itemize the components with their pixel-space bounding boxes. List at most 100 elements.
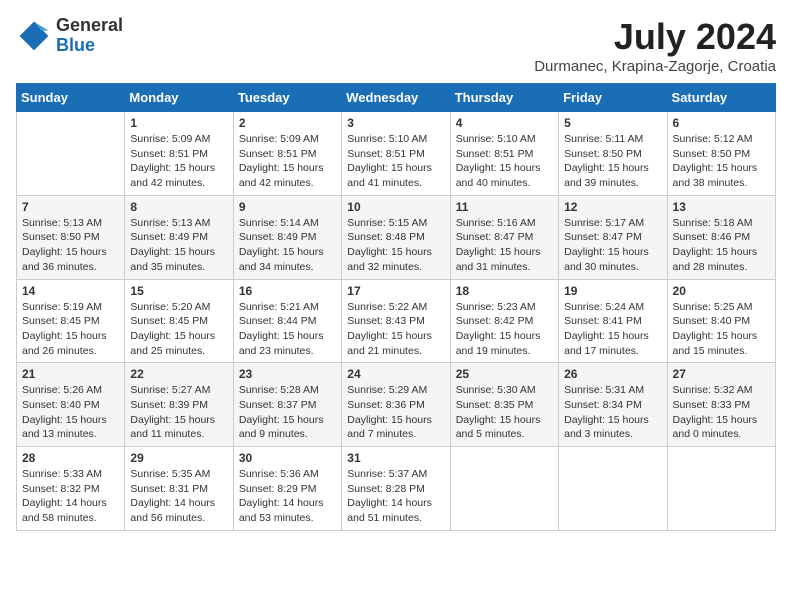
day-info: Sunrise: 5:37 AM Sunset: 8:28 PM Dayligh… (347, 467, 444, 526)
day-info: Sunrise: 5:20 AM Sunset: 8:45 PM Dayligh… (130, 300, 227, 359)
calendar-cell: 20 Sunrise: 5:25 AM Sunset: 8:40 PM Dayli… (667, 279, 775, 363)
day-number: 26 (564, 367, 661, 381)
day-number: 20 (673, 284, 770, 298)
day-number: 21 (22, 367, 119, 381)
calendar-cell: 7Sunrise: 5:13 AM Sunset: 8:50 PM Daylig… (17, 195, 125, 279)
calendar-cell: 13 Sunrise: 5:18 AM Sunset: 8:46 PM Dayli… (667, 195, 775, 279)
day-info: Sunrise: 5:33 AM Sunset: 8:32 PM Dayligh… (22, 467, 119, 526)
day-info: Sunrise: 5:32 AM Sunset: 8:33 PM Dayligh… (673, 383, 770, 442)
calendar-cell: 14 Sunrise: 5:19 AM Sunset: 8:45 PM Dayli… (17, 279, 125, 363)
calendar-cell: 26 Sunrise: 5:31 AM Sunset: 8:34 PM Dayli… (559, 363, 667, 447)
calendar-week-row: 14 Sunrise: 5:19 AM Sunset: 8:45 PM Dayli… (17, 279, 776, 363)
calendar-cell: 17Sunrise: 5:22 AM Sunset: 8:43 PM Dayli… (342, 279, 450, 363)
logo-general: General (56, 16, 123, 36)
calendar-cell (17, 112, 125, 196)
calendar-cell: 16Sunrise: 5:21 AM Sunset: 8:44 PM Dayli… (233, 279, 341, 363)
calendar-week-row: 21 Sunrise: 5:26 AM Sunset: 8:40 PM Dayli… (17, 363, 776, 447)
day-info: Sunrise: 5:19 AM Sunset: 8:45 PM Dayligh… (22, 300, 119, 359)
calendar-cell: 28 Sunrise: 5:33 AM Sunset: 8:32 PM Dayli… (17, 447, 125, 531)
day-info: Sunrise: 5:27 AM Sunset: 8:39 PM Dayligh… (130, 383, 227, 442)
day-info: Sunrise: 5:30 AM Sunset: 8:35 PM Dayligh… (456, 383, 553, 442)
day-number: 6 (673, 116, 770, 130)
day-info: Sunrise: 5:12 AM Sunset: 8:50 PM Dayligh… (673, 132, 770, 191)
day-number: 5 (564, 116, 661, 130)
calendar-cell: 9Sunrise: 5:14 AM Sunset: 8:49 PM Daylig… (233, 195, 341, 279)
calendar-cell: 23Sunrise: 5:28 AM Sunset: 8:37 PM Dayli… (233, 363, 341, 447)
day-info: Sunrise: 5:36 AM Sunset: 8:29 PM Dayligh… (239, 467, 336, 526)
calendar-week-row: 7Sunrise: 5:13 AM Sunset: 8:50 PM Daylig… (17, 195, 776, 279)
month-year-title: July 2024 (534, 16, 776, 58)
day-number: 24 (347, 367, 444, 381)
logo-blue: Blue (56, 36, 123, 56)
day-info: Sunrise: 5:17 AM Sunset: 8:47 PM Dayligh… (564, 216, 661, 275)
calendar-cell: 24 Sunrise: 5:29 AM Sunset: 8:36 PM Dayli… (342, 363, 450, 447)
calendar-week-row: 28 Sunrise: 5:33 AM Sunset: 8:32 PM Dayli… (17, 447, 776, 531)
day-number: 28 (22, 451, 119, 465)
day-of-week-header: Monday (125, 84, 233, 112)
day-info: Sunrise: 5:18 AM Sunset: 8:46 PM Dayligh… (673, 216, 770, 275)
calendar-cell: 1Sunrise: 5:09 AM Sunset: 8:51 PM Daylig… (125, 112, 233, 196)
day-number: 8 (130, 200, 227, 214)
title-block: July 2024 Durmanec, Krapina-Zagorje, Cro… (534, 16, 776, 75)
page-header: General Blue July 2024 Durmanec, Krapina… (16, 16, 776, 75)
logo-icon (16, 18, 52, 54)
day-info: Sunrise: 5:26 AM Sunset: 8:40 PM Dayligh… (22, 383, 119, 442)
calendar-body: 1 Sunrise: 5:09 AM Sunset: 8:51 PM Daylig… (17, 112, 776, 531)
calendar-cell (559, 447, 667, 531)
day-number: 4 (456, 116, 553, 130)
calendar-week-row: 1 Sunrise: 5:09 AM Sunset: 8:51 PM Daylig… (17, 112, 776, 196)
calendar-cell: 19Sunrise: 5:24 AM Sunset: 8:41 PM Dayli… (559, 279, 667, 363)
day-number: 1 (130, 116, 227, 130)
calendar-cell: 25Sunrise: 5:30 AM Sunset: 8:35 PM Dayli… (450, 363, 558, 447)
day-info: Sunrise: 5:24 AM Sunset: 8:41 PM Dayligh… (564, 300, 661, 359)
day-info: Sunrise: 5:29 AM Sunset: 8:36 PM Dayligh… (347, 383, 444, 442)
day-number: 16 (239, 284, 336, 298)
calendar-cell: 22 Sunrise: 5:27 AM Sunset: 8:39 PM Dayli… (125, 363, 233, 447)
day-number: 30 (239, 451, 336, 465)
logo-text: General Blue (56, 16, 123, 56)
day-number: 22 (130, 367, 227, 381)
day-number: 11 (456, 200, 553, 214)
calendar-table: SundayMondayTuesdayWednesdayThursdayFrid… (16, 83, 776, 531)
day-of-week-header: Sunday (17, 84, 125, 112)
calendar-header: SundayMondayTuesdayWednesdayThursdayFrid… (17, 84, 776, 112)
day-number: 13 (673, 200, 770, 214)
day-info: Sunrise: 5:09 AM Sunset: 8:51 PM Dayligh… (239, 132, 336, 191)
calendar-cell: 4 Sunrise: 5:10 AM Sunset: 8:51 PM Daylig… (450, 112, 558, 196)
day-info: Sunrise: 5:23 AM Sunset: 8:42 PM Dayligh… (456, 300, 553, 359)
day-info: Sunrise: 5:22 AM Sunset: 8:43 PM Dayligh… (347, 300, 444, 359)
day-number: 12 (564, 200, 661, 214)
day-number: 15 (130, 284, 227, 298)
day-of-week-header: Wednesday (342, 84, 450, 112)
day-number: 18 (456, 284, 553, 298)
calendar-cell: 27 Sunrise: 5:32 AM Sunset: 8:33 PM Dayli… (667, 363, 775, 447)
calendar-cell: 30 Sunrise: 5:36 AM Sunset: 8:29 PM Dayli… (233, 447, 341, 531)
calendar-cell: 18 Sunrise: 5:23 AM Sunset: 8:42 PM Dayli… (450, 279, 558, 363)
day-info: Sunrise: 5:13 AM Sunset: 8:49 PM Dayligh… (130, 216, 227, 275)
calendar-cell: 11 Sunrise: 5:16 AM Sunset: 8:47 PM Dayli… (450, 195, 558, 279)
calendar-cell: 15 Sunrise: 5:20 AM Sunset: 8:45 PM Dayli… (125, 279, 233, 363)
day-of-week-header: Friday (559, 84, 667, 112)
day-info: Sunrise: 5:15 AM Sunset: 8:48 PM Dayligh… (347, 216, 444, 275)
day-info: Sunrise: 5:10 AM Sunset: 8:51 PM Dayligh… (456, 132, 553, 191)
day-number: 27 (673, 367, 770, 381)
logo: General Blue (16, 16, 123, 56)
calendar-cell: 12 Sunrise: 5:17 AM Sunset: 8:47 PM Dayli… (559, 195, 667, 279)
day-info: Sunrise: 5:25 AM Sunset: 8:40 PM Dayligh… (673, 300, 770, 359)
calendar-cell: 5Sunrise: 5:11 AM Sunset: 8:50 PM Daylig… (559, 112, 667, 196)
calendar-cell: 21 Sunrise: 5:26 AM Sunset: 8:40 PM Dayli… (17, 363, 125, 447)
day-of-week-header: Tuesday (233, 84, 341, 112)
day-number: 31 (347, 451, 444, 465)
calendar-cell: 8 Sunrise: 5:13 AM Sunset: 8:49 PM Daylig… (125, 195, 233, 279)
day-number: 7 (22, 200, 119, 214)
day-info: Sunrise: 5:16 AM Sunset: 8:47 PM Dayligh… (456, 216, 553, 275)
calendar-cell (450, 447, 558, 531)
day-of-week-header: Thursday (450, 84, 558, 112)
day-number: 29 (130, 451, 227, 465)
location-subtitle: Durmanec, Krapina-Zagorje, Croatia (534, 58, 776, 75)
day-number: 14 (22, 284, 119, 298)
calendar-cell: 10Sunrise: 5:15 AM Sunset: 8:48 PM Dayli… (342, 195, 450, 279)
day-of-week-header: Saturday (667, 84, 775, 112)
day-info: Sunrise: 5:31 AM Sunset: 8:34 PM Dayligh… (564, 383, 661, 442)
day-info: Sunrise: 5:10 AM Sunset: 8:51 PM Dayligh… (347, 132, 444, 191)
